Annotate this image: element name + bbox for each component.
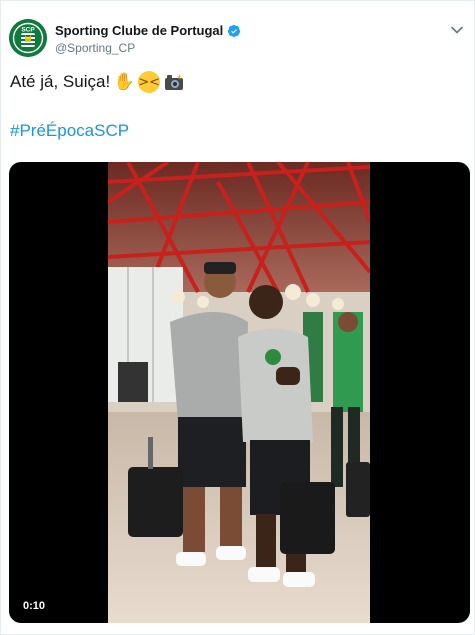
svg-text:SCP: SCP xyxy=(21,27,35,34)
name-row: Sporting Clube de Portugal xyxy=(55,23,241,38)
grinning-squinting-face-icon: >< xyxy=(138,71,161,93)
hashtag-link[interactable]: #PréÉpocaSCP xyxy=(10,121,129,141)
verified-badge-icon xyxy=(228,24,241,37)
author-block: Sporting Clube de Portugal @Sporting_CP xyxy=(55,23,241,55)
video-duration-badge: 0:10 xyxy=(17,597,52,615)
author-name[interactable]: Sporting Clube de Portugal xyxy=(55,23,223,38)
tweet-text: Até já, Suiça! xyxy=(10,72,111,91)
chevron-down-icon[interactable] xyxy=(450,23,464,37)
video-thumbnail-image xyxy=(108,162,370,623)
video-frame xyxy=(108,162,370,623)
author-handle[interactable]: @Sporting_CP xyxy=(55,41,241,55)
avatar[interactable]: SCP xyxy=(9,19,47,57)
tweet-card: SCP Sporting Clube de Portugal @Sporting… xyxy=(0,0,475,635)
video-player[interactable]: 0:10 xyxy=(9,162,470,623)
waving-hand-icon: ✋ xyxy=(113,72,135,92)
sporting-cp-crest-icon: SCP xyxy=(9,19,47,57)
tweet-text-row: Até já, Suiça! ✋ >< xyxy=(10,71,185,93)
camera-with-flash-icon xyxy=(163,71,185,93)
